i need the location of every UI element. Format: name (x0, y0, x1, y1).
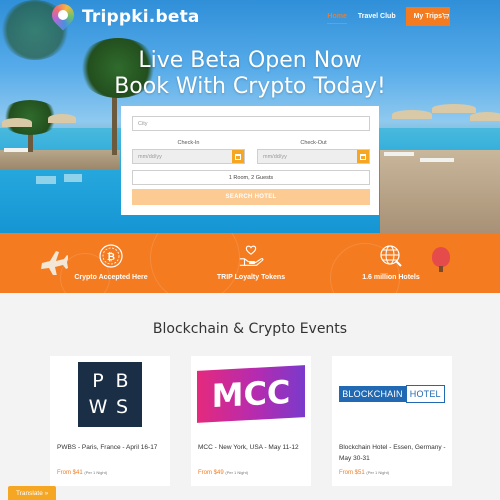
beach-umbrella (392, 110, 432, 119)
map-pin-icon (47, 0, 79, 31)
logo-letter: W (88, 396, 108, 419)
lounger (4, 148, 28, 152)
event-title[interactable]: PWBS - Paris, France - April 16-17 (57, 442, 167, 453)
site-logo[interactable]: Trippki.beta (47, 0, 200, 31)
checkout-input[interactable]: mm/dd/yy (257, 149, 370, 164)
hero-headline: Live Beta Open Now Book With Crypto Toda… (0, 48, 500, 100)
calendar-icon[interactable] (232, 150, 244, 163)
city-input[interactable]: City (132, 116, 370, 131)
event-image-pwbs[interactable]: P B W S (50, 356, 170, 432)
pool-deck-left (0, 150, 120, 170)
event-image-blockchain-hotel[interactable]: BLOCKCHAIN HOTEL (332, 356, 452, 432)
checkout-label: Check-Out (300, 140, 327, 146)
events-heading: Blockchain & Crypto Events (152, 321, 348, 337)
nav-home[interactable]: Home (327, 10, 347, 24)
lounger (420, 158, 454, 162)
logo-part: BLOCKCHAIN (339, 386, 406, 402)
event-image-mcc[interactable]: MCC (191, 356, 311, 432)
hero-line-2: Book With Crypto Today! (114, 74, 386, 99)
checkin-input[interactable]: mm/dd/yy (132, 149, 245, 164)
lounger (384, 152, 414, 156)
price-note: (Per 1 Night) (225, 470, 249, 475)
event-price: From $49 (Per 1 Night) (198, 470, 248, 476)
event-card[interactable]: P B W S PWBS - Paris, France - April 16-… (50, 356, 170, 486)
price-value: From $49 (198, 470, 224, 476)
mcc-logo: MCC (197, 365, 305, 423)
event-title[interactable]: Blockchain Hotel - Essen, Germany - May … (339, 442, 449, 464)
globe-icon (378, 243, 404, 269)
beach-umbrella (48, 114, 76, 123)
event-card[interactable]: MCC MCC - New York, USA - May 11-12 From… (191, 356, 311, 486)
hotel-search-panel: City Check-In Check-Out mm/dd/yy mm/dd/y… (121, 106, 379, 215)
brand-name: Trippki.beta (82, 7, 200, 27)
feature-hotels-label: 1.6 million Hotels (362, 274, 420, 281)
pool-deck-right (380, 150, 500, 233)
nav-travel-club[interactable]: Travel Club (358, 10, 396, 23)
main-nav: Home Travel Club My Trips (316, 7, 450, 26)
rooms-guests-selector[interactable]: 1 Room, 2 Guests (132, 170, 370, 185)
blockchain-hotel-logo: BLOCKCHAIN HOTEL (339, 385, 445, 403)
event-price: From $41 (Per 1 Night) (57, 470, 107, 476)
logo-letter: S (115, 396, 129, 419)
calendar-icon[interactable] (357, 150, 369, 163)
cart-icon[interactable] (442, 6, 450, 19)
logo-letter: B (115, 369, 129, 392)
features-band: ₿ Crypto Accepted Here TRIP Loyalty Toke… (0, 233, 500, 293)
bitcoin-icon: ₿ (98, 243, 124, 269)
balloon-basket (439, 266, 443, 272)
feature-loyalty: TRIP Loyalty Tokens (181, 243, 321, 281)
airplane-icon (40, 249, 69, 280)
price-value: From $51 (339, 470, 365, 476)
logo-part: HOTEL (405, 385, 445, 403)
beach-umbrella (2, 118, 32, 127)
checkin-label: Check-In (177, 140, 200, 146)
event-title[interactable]: MCC - New York, USA - May 11-12 (198, 442, 308, 453)
checkout-placeholder: mm/dd/yy (263, 153, 287, 160)
hand-heart-icon (238, 243, 264, 269)
beach-umbrella (432, 104, 476, 113)
translate-button[interactable]: Translate » (8, 486, 57, 500)
logo-letter: P (92, 369, 104, 392)
pool-step (64, 174, 82, 182)
hot-air-balloon-icon (432, 247, 450, 267)
search-hotel-button[interactable]: SEARCH HOTEL (132, 189, 370, 205)
price-note: (Per 1 Night) (84, 470, 108, 475)
price-value: From $41 (57, 470, 83, 476)
feature-loyalty-label: TRIP Loyalty Tokens (216, 274, 286, 281)
pool-step (36, 176, 56, 184)
beach-umbrella (470, 112, 500, 121)
svg-text:₿: ₿ (107, 251, 115, 263)
pbws-logo: P B W S (78, 361, 142, 427)
checkin-placeholder: mm/dd/yy (138, 153, 162, 160)
hero-line-1: Live Beta Open Now (138, 48, 362, 73)
event-card[interactable]: BLOCKCHAIN HOTEL Blockchain Hotel - Esse… (332, 356, 452, 486)
price-note: (Per 1 Night) (366, 470, 390, 475)
event-price: From $51 (Per 1 Night) (339, 470, 389, 476)
